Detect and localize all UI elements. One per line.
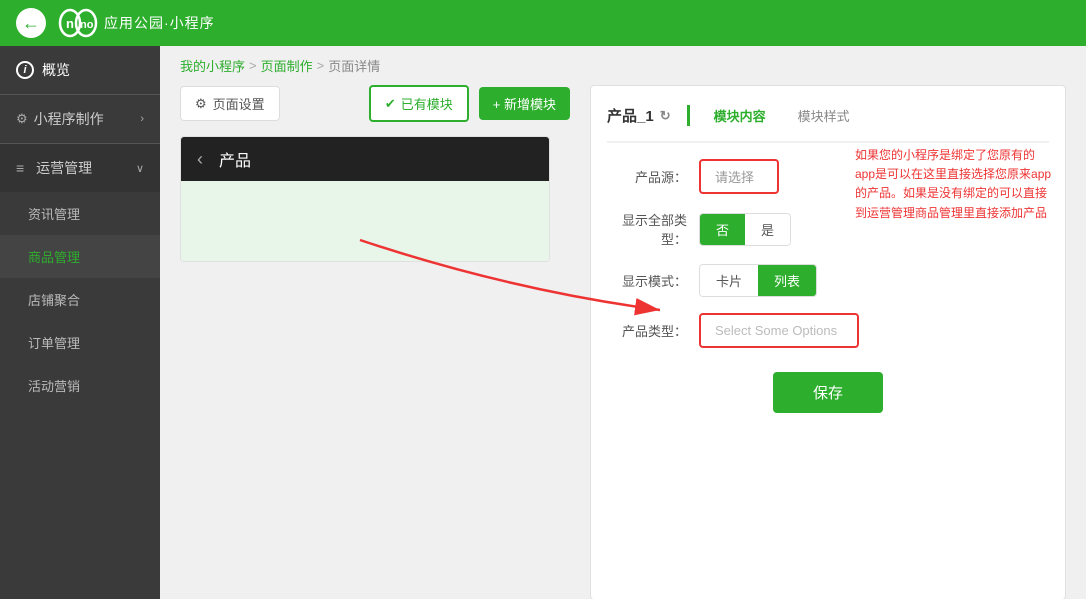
product-title: 产品_1 ↻: [607, 105, 690, 126]
page-settings-label: 页面设置: [213, 94, 265, 113]
page-settings-button[interactable]: ⚙ 页面设置: [180, 86, 280, 121]
show-all-label: 显示全部类型：: [607, 210, 687, 248]
breadcrumb-miniprogram[interactable]: 我的小程序: [180, 56, 245, 75]
header-logo: n no 应用公园·小程序: [58, 8, 215, 38]
existing-module-button[interactable]: ✔ 已有模块: [369, 85, 469, 122]
info-icon: i: [16, 61, 34, 79]
product-name: 产品_1: [607, 105, 654, 126]
gear-icon: ⚙: [16, 111, 28, 127]
sidebar-item-goods[interactable]: 商品管理: [0, 235, 160, 278]
logo-icon: n no: [58, 8, 98, 38]
sidebar-item-news[interactable]: 资讯管理: [0, 192, 160, 235]
sidebar-item-store[interactable]: 店铺聚合: [0, 278, 160, 321]
app-header: ← n no 应用公园·小程序: [0, 0, 1086, 46]
logo-text: 应用公园·小程序: [104, 13, 215, 33]
form-row-display-mode: 显示模式： 卡片 列表: [607, 264, 1049, 297]
operations-label: 运营管理: [36, 158, 92, 178]
breadcrumb-page-make[interactable]: 页面制作: [261, 56, 313, 75]
orders-label: 订单管理: [28, 336, 80, 351]
settings-icon: ⚙: [195, 96, 207, 112]
phone-title: 产品: [219, 147, 251, 171]
new-module-label: + 新增模块: [493, 94, 556, 113]
sidebar-item-overview[interactable]: i 概览: [0, 46, 160, 95]
source-select[interactable]: 请选择: [699, 159, 779, 194]
display-mode-label: 显示模式：: [607, 271, 687, 290]
left-panel: ⚙ 页面设置 ✔ 已有模块 + 新增模块 ‹ 产品: [180, 85, 570, 599]
tab-style[interactable]: 模块样式: [790, 102, 858, 129]
source-placeholder: 请选择: [715, 170, 754, 185]
show-all-toggle: 否 是: [699, 213, 791, 246]
breadcrumb-current: 页面详情: [328, 56, 380, 75]
news-label: 资讯管理: [28, 207, 80, 222]
right-panel: 产品_1 ↻ 模块内容 模块样式 产品源： 请选择 显示全部类型：: [590, 85, 1066, 599]
breadcrumb: 我的小程序 > 页面制作 > 页面详情: [160, 46, 1086, 85]
sidebar-item-operations[interactable]: ≡ 运营管理 ∨: [0, 144, 160, 192]
check-icon: ✔: [385, 96, 396, 112]
new-module-button[interactable]: + 新增模块: [479, 87, 570, 120]
store-label: 店铺聚合: [28, 293, 80, 308]
show-all-yes-button[interactable]: 是: [745, 214, 790, 245]
source-label: 产品源：: [607, 167, 687, 186]
back-icon: ←: [22, 13, 40, 34]
goods-label: 商品管理: [28, 250, 80, 265]
sidebar-item-orders[interactable]: 订单管理: [0, 321, 160, 364]
toolbar: ⚙ 页面设置 ✔ 已有模块 + 新增模块: [180, 85, 570, 122]
back-button[interactable]: ←: [16, 8, 46, 38]
sidebar-item-marketing[interactable]: 活动营销: [0, 364, 160, 407]
sidebar: i 概览 ⚙ 小程序制作 › ≡ 运营管理 ∨ 资讯管理 商品管理 店铺聚合: [0, 46, 160, 599]
display-mode-card-button[interactable]: 卡片: [700, 265, 758, 296]
list-icon: ≡: [16, 160, 24, 176]
existing-module-label: 已有模块: [401, 94, 453, 113]
phone-content-area: [181, 181, 549, 261]
tab-content[interactable]: 模块内容: [706, 102, 774, 129]
form-row-product-type: 产品类型： Select Some Options: [607, 313, 1049, 348]
phone-back-arrow: ‹: [197, 149, 203, 170]
phone-header: ‹ 产品: [181, 137, 549, 181]
right-panel-header: 产品_1 ↻ 模块内容 模块样式: [607, 102, 1049, 143]
product-type-label: 产品类型：: [607, 321, 687, 340]
svg-text:no: no: [80, 19, 94, 31]
display-mode-toggle: 卡片 列表: [699, 264, 817, 297]
chevron-right-icon: ›: [140, 113, 144, 125]
save-button[interactable]: 保存: [773, 372, 883, 413]
sidebar-item-miniprogram[interactable]: ⚙ 小程序制作 ›: [0, 95, 160, 144]
main-content: 我的小程序 > 页面制作 > 页面详情 ⚙ 页面设置 ✔ 已有模块: [160, 46, 1086, 599]
overview-label: 概览: [42, 60, 70, 80]
phone-preview: ‹ 产品: [180, 136, 550, 262]
marketing-label: 活动营销: [28, 379, 80, 394]
refresh-icon[interactable]: ↻: [660, 108, 671, 124]
hint-text: 如果您的小程序是绑定了您原有的app是可以在这里直接选择您原来app的产品。如果…: [855, 146, 1055, 223]
show-all-no-button[interactable]: 否: [700, 214, 745, 245]
product-type-select[interactable]: Select Some Options: [699, 313, 859, 348]
display-mode-list-button[interactable]: 列表: [758, 265, 816, 296]
product-type-placeholder: Select Some Options: [715, 323, 837, 338]
miniprogram-label: 小程序制作: [34, 109, 104, 129]
svg-text:n: n: [66, 16, 74, 31]
chevron-down-icon: ∨: [136, 162, 144, 175]
main-layout: i 概览 ⚙ 小程序制作 › ≡ 运营管理 ∨ 资讯管理 商品管理 店铺聚合: [0, 46, 1086, 599]
content-area: ⚙ 页面设置 ✔ 已有模块 + 新增模块 ‹ 产品: [160, 85, 1086, 599]
